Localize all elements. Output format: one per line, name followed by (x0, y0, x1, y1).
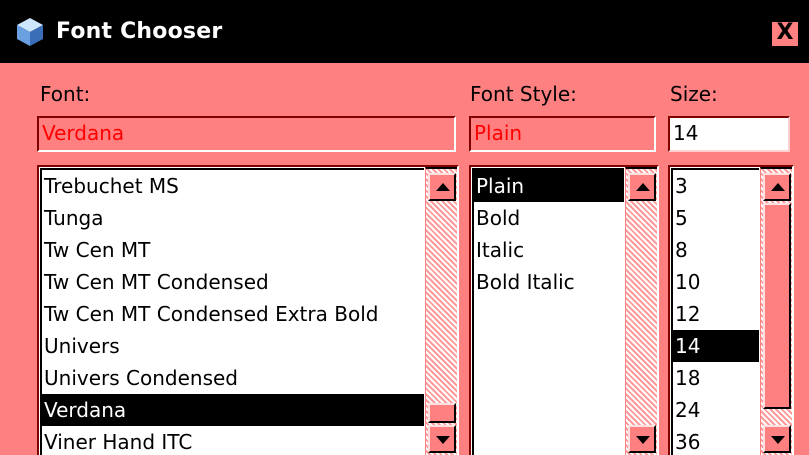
size-scroll-down-button[interactable] (763, 425, 791, 453)
style-list-item[interactable]: Bold Italic (474, 266, 624, 298)
java-cup-icon (17, 18, 43, 46)
close-button[interactable]: X (770, 20, 800, 48)
font-list-scrollbar[interactable] (425, 167, 457, 455)
font-list-item[interactable]: Univers (42, 330, 424, 362)
size-list-item[interactable]: 24 (673, 394, 759, 426)
font-style-listbox[interactable]: Plain Bold Italic Bold Italic (469, 165, 659, 455)
font-style-field: Plain (469, 116, 656, 152)
font-list-item[interactable]: Tw Cen MT (42, 234, 424, 266)
font-list-items: Trebuchet MS Tunga Tw Cen MT Tw Cen MT Cond… (40, 168, 424, 455)
size-list-item[interactable]: 10 (673, 266, 759, 298)
style-list-scrollbar[interactable] (625, 167, 657, 455)
font-scroll-up-button[interactable] (428, 173, 456, 201)
size-list-item[interactable]: 12 (673, 298, 759, 330)
title-bar[interactable]: Font Chooser X (0, 0, 809, 63)
font-list-item[interactable]: Verdana (42, 394, 424, 426)
font-listbox[interactable]: Trebuchet MS Tunga Tw Cen MT Tw Cen MT Cond… (37, 165, 459, 455)
font-list-item[interactable]: Tw Cen MT Condensed Extra Bold (42, 298, 424, 330)
style-list-item[interactable]: Italic (474, 234, 624, 266)
style-list-item[interactable]: Plain (474, 170, 624, 202)
font-list-item[interactable]: Trebuchet MS (42, 170, 424, 202)
font-chooser-window: Font Chooser X Font: Font Style: Size: V… (0, 0, 809, 455)
font-list-item[interactable]: Viner Hand ITC (42, 426, 424, 455)
style-scroll-up-button[interactable] (628, 173, 656, 201)
font-list-item[interactable]: Tunga (42, 202, 424, 234)
size-list-items: 3 5 8 10 12 14 18 24 36 (671, 168, 759, 455)
font-scroll-thumb[interactable] (428, 403, 456, 423)
font-scroll-down-button[interactable] (428, 425, 456, 453)
font-size-input[interactable]: 14 (668, 116, 790, 152)
size-list-item[interactable]: 18 (673, 362, 759, 394)
size-list-item[interactable]: 5 (673, 202, 759, 234)
font-list-item[interactable]: Univers Condensed (42, 362, 424, 394)
size-list-item[interactable]: 36 (673, 426, 759, 455)
size-list-item[interactable]: 8 (673, 234, 759, 266)
font-style-label: Font Style: (470, 82, 577, 106)
size-list-scrollbar[interactable] (760, 167, 792, 455)
size-scroll-thumb[interactable] (763, 203, 791, 409)
size-scroll-up-button[interactable] (763, 173, 791, 201)
style-list-items: Plain Bold Italic Bold Italic (472, 168, 624, 455)
size-label: Size: (670, 82, 718, 106)
font-label: Font: (40, 82, 91, 106)
font-name-field: Verdana (37, 116, 456, 152)
size-list-item[interactable]: 14 (673, 330, 759, 362)
font-list-item[interactable]: Tw Cen MT Condensed (42, 266, 424, 298)
size-list-item[interactable]: 3 (673, 170, 759, 202)
window-title: Font Chooser (56, 19, 223, 44)
style-scroll-down-button[interactable] (628, 425, 656, 453)
style-list-item[interactable]: Bold (474, 202, 624, 234)
font-size-listbox[interactable]: 3 5 8 10 12 14 18 24 36 (668, 165, 794, 455)
